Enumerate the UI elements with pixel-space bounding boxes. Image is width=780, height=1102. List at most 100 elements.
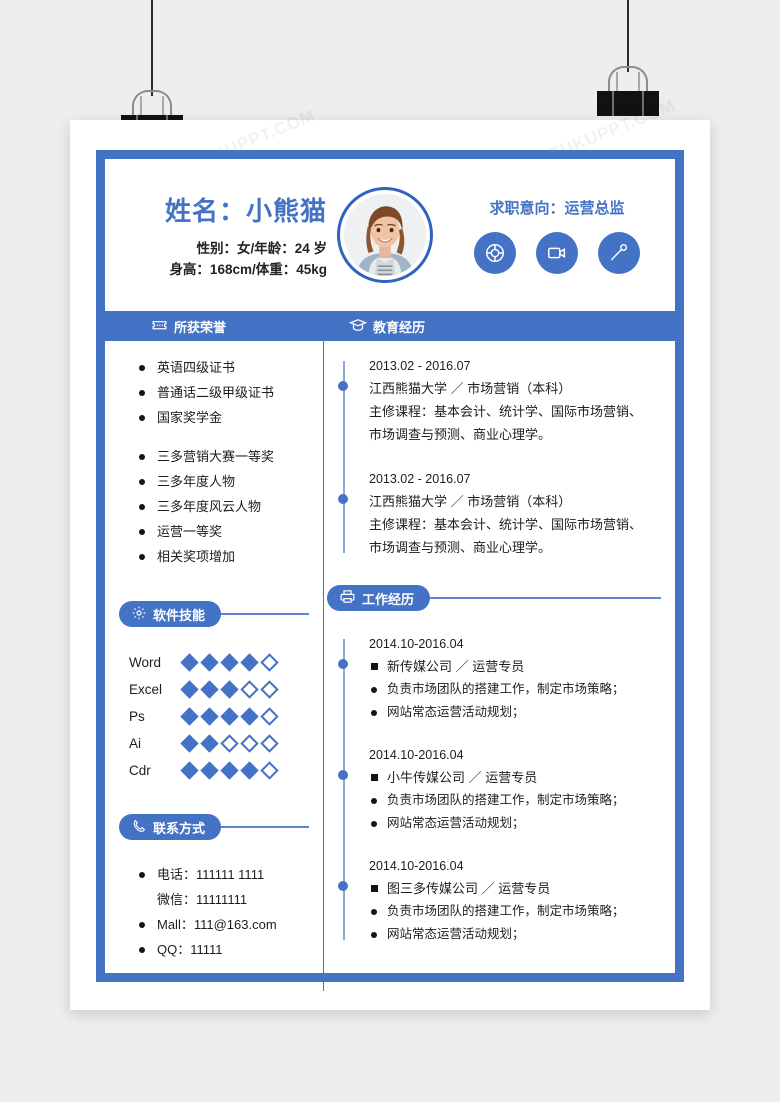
entry-detail: 网站常态运营活动规划； — [369, 812, 675, 835]
timeline-node — [338, 659, 348, 669]
graduation-cap-icon — [348, 316, 368, 337]
section-band: 所获荣誉 教育经历 — [105, 311, 675, 341]
skill-row: Cdr — [129, 757, 323, 784]
entry-detail: 负责市场团队的搭建工作，制定市场策略； — [369, 789, 675, 812]
screenshot-canvas: 熊猫办公 TUKUPPT.COM 熊猫办公 TUKUPPT.COM 熊猫办公 T… — [0, 0, 780, 1102]
diamond-empty-icon — [240, 734, 259, 753]
lifebuoy-icon[interactable] — [474, 231, 516, 274]
skill-name: Ps — [129, 709, 145, 724]
section-header-skills: 软件技能 — [105, 599, 323, 633]
diamond-empty-icon — [260, 680, 279, 699]
entry-date: 2014.10-2016.04 — [369, 748, 464, 762]
band-pill-row: 所获荣誉 教育经历 — [105, 311, 675, 341]
right-column: 2013.02 - 2016.07 江西熊猫大学 ／ 市场营销（本科） 主修课程… — [323, 341, 675, 991]
diamond-filled-icon — [200, 653, 219, 672]
diamond-filled-icon — [180, 653, 199, 672]
avatar — [337, 187, 433, 283]
video-camera-icon[interactable] — [536, 231, 578, 274]
diamond-filled-icon — [200, 707, 219, 726]
clip-string-left — [151, 0, 153, 96]
list-item: 电话：111111 1111 — [139, 862, 323, 887]
diamond-filled-icon — [180, 734, 199, 753]
page-title: 姓名：小熊猫 — [164, 195, 327, 226]
timeline-line — [343, 639, 345, 940]
contact-list: 电话：111111 1111 微信：11111111 Mall：111@163.… — [139, 862, 323, 962]
section-pill-honors: 所获荣誉 — [139, 313, 243, 339]
list-item: 普通话二级甲级证书 — [139, 380, 323, 405]
resume-header: 姓名：小熊猫 性别：女/年龄：24 岁 身高：168cm/体重：45kg 求职意… — [105, 159, 675, 311]
entry-date: 2014.10-2016.04 — [369, 637, 464, 651]
list-item: 三多营销大赛一等奖 — [139, 444, 323, 469]
resume-body: 英语四级证书 普通话二级甲级证书 国家奖学金 三多营销大赛一等奖 三多年度人物 … — [105, 341, 675, 991]
microphone-icon[interactable] — [598, 231, 640, 274]
binder-clip-right — [597, 66, 659, 116]
clip-body — [597, 91, 659, 116]
resume-paper: 熊猫办公 TUKUPPT.COM 熊猫办公 TUKUPPT.COM 熊猫办公 T… — [70, 96, 710, 1010]
work-timeline: 2014.10-2016.04 新传媒公司 ／ 运营专员 负责市场团队的搭建工作… — [338, 633, 675, 946]
section-label: 教育经历 — [373, 319, 426, 335]
skill-row: Ai — [129, 730, 323, 757]
list-item: 英语四级证书 — [139, 355, 323, 380]
diamond-filled-icon — [220, 761, 239, 780]
skill-row: Excel — [129, 676, 323, 703]
section-header-work: 工作经历 — [323, 583, 675, 617]
diamond-filled-icon — [200, 680, 219, 699]
skill-rating — [180, 653, 279, 672]
left-column: 英语四级证书 普通话二级甲级证书 国家奖学金 三多营销大赛一等奖 三多年度人物 … — [105, 341, 323, 991]
entry-courses-1: 主修课程：基本会计、统计学、国际市场营销、 — [369, 404, 643, 419]
entry-date: 2014.10-2016.04 — [369, 859, 464, 873]
job-intent-block: 求职意向：运营总监 — [433, 197, 675, 274]
section-pill-work: 工作经历 — [327, 585, 431, 611]
diamond-filled-icon — [200, 761, 219, 780]
skill-row: Word — [129, 649, 323, 676]
entry-org: 江西熊猫大学 ／ 市场营销（本科） — [369, 494, 572, 509]
timeline-node — [338, 770, 348, 780]
list-item: 微信：11111111 — [157, 892, 248, 907]
entry-org: 图三多传媒公司 ／ 运营专员 — [369, 877, 675, 900]
gear-icon — [131, 605, 147, 624]
entry-date: 2013.02 - 2016.07 — [369, 359, 471, 373]
section-pill-contact: 联系方式 — [119, 814, 222, 840]
diamond-filled-icon — [240, 761, 259, 780]
portrait-illustration — [344, 194, 426, 276]
entry-date: 2013.02 - 2016.07 — [369, 472, 471, 486]
column-divider — [323, 341, 324, 991]
section-label: 联系方式 — [153, 820, 206, 836]
list-gap — [105, 430, 323, 444]
entry-detail: 网站常态运营活动规划； — [369, 923, 675, 946]
resume-frame: 姓名：小熊猫 性别：女/年龄：24 岁 身高：168cm/体重：45kg 求职意… — [96, 150, 684, 991]
identity-block: 姓名：小熊猫 性别：女/年龄：24 岁 身高：168cm/体重：45kg — [105, 191, 337, 280]
entry-courses-1: 主修课程：基本会计、统计学、国际市场营销、 — [369, 517, 643, 532]
timeline-node — [338, 881, 348, 891]
diamond-filled-icon — [220, 707, 239, 726]
entry-org: 小牛传媒公司 ／ 运营专员 — [369, 766, 675, 789]
gender-age-line: 性别：女/年龄：24 岁 — [196, 240, 327, 256]
diamond-empty-icon — [220, 734, 239, 753]
printer-icon — [339, 588, 356, 608]
phone-icon — [131, 818, 147, 837]
honors-list: 英语四级证书 普通话二级甲级证书 国家奖学金 — [139, 355, 323, 430]
list-item: 运营一等奖 — [139, 519, 323, 544]
diamond-filled-icon — [180, 761, 199, 780]
section-pill-skills: 软件技能 — [119, 601, 222, 627]
skill-name: Cdr — [129, 763, 151, 778]
entry-detail: 负责市场团队的搭建工作，制定市场策略； — [369, 900, 675, 923]
honors-list-2: 三多营销大赛一等奖 三多年度人物 三多年度风云人物 运营一等奖 相关奖项增加 — [139, 444, 323, 569]
entry-org: 新传媒公司 ／ 运营专员 — [369, 655, 675, 678]
diamond-empty-icon — [260, 653, 279, 672]
avatar-photo — [344, 194, 426, 276]
skill-name: Excel — [129, 682, 163, 697]
diamond-filled-icon — [240, 653, 259, 672]
skill-rating — [180, 680, 279, 699]
list-item: 三多年度风云人物 — [139, 494, 323, 519]
section-label: 工作经历 — [362, 591, 415, 607]
entry-courses-2: 市场调查与预测、商业心理学。 — [369, 427, 552, 442]
work-entry: 2014.10-2016.04 新传媒公司 ／ 运营专员 负责市场团队的搭建工作… — [338, 633, 675, 724]
diamond-filled-icon — [200, 734, 219, 753]
entry-org: 江西熊猫大学 ／ 市场营销（本科） — [369, 381, 572, 396]
work-entry: 2014.10-2016.04 小牛传媒公司 ／ 运营专员 负责市场团队的搭建工… — [338, 744, 675, 835]
height-weight-line: 身高：168cm/体重：45kg — [169, 261, 327, 277]
diamond-filled-icon — [180, 707, 199, 726]
entry-detail: 网站常态运营活动规划； — [369, 701, 675, 724]
social-icon-row — [439, 231, 675, 274]
